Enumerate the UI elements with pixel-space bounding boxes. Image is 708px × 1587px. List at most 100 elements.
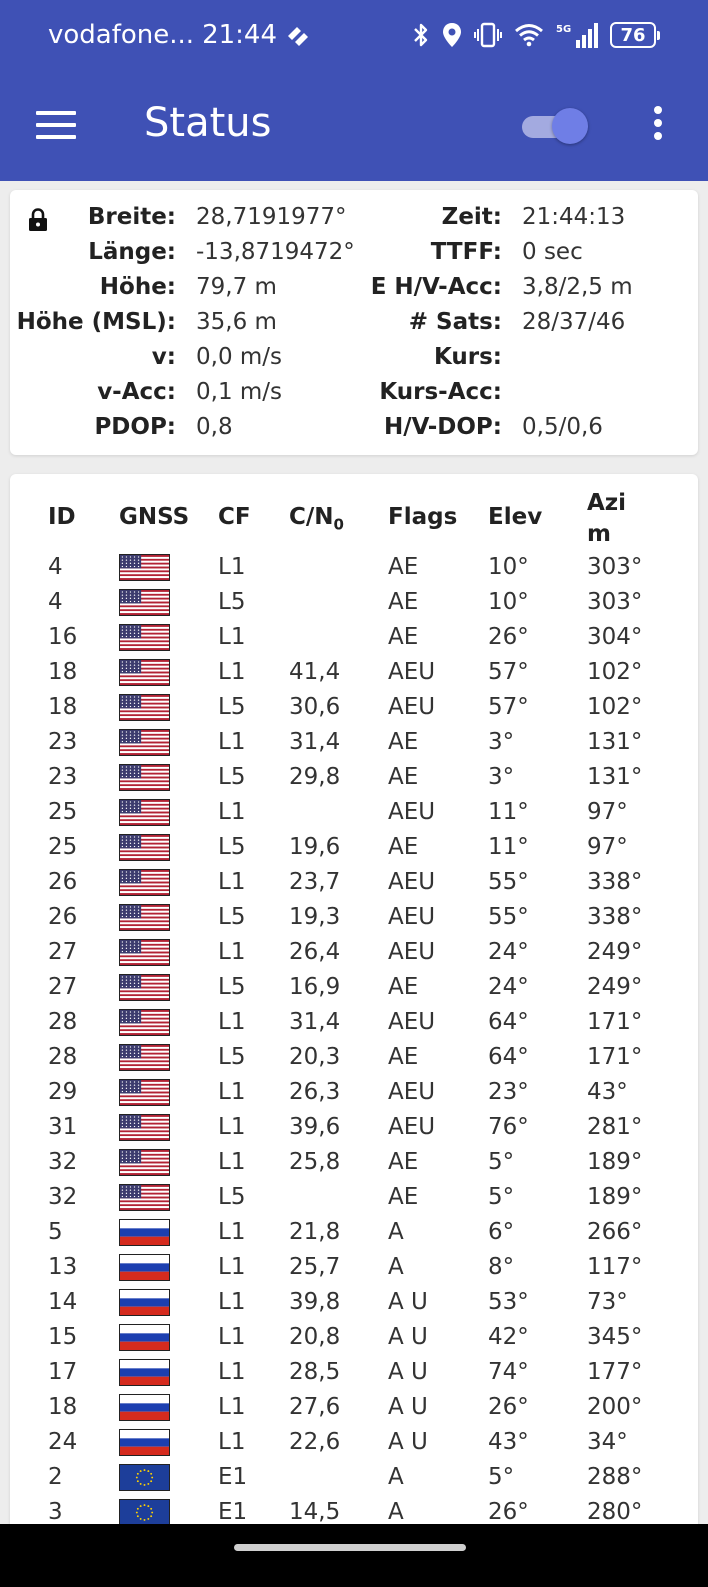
russia-flag-icon [119, 1324, 170, 1351]
cell-elev: 57° [488, 694, 529, 720]
cell-elev: 10° [488, 554, 529, 580]
cell-azim: 131° [587, 764, 643, 790]
usa-flag-icon [119, 974, 170, 1001]
cell-id: 18 [48, 659, 78, 685]
usa-flag-icon [119, 869, 170, 896]
table-row: 23 L1 31,4 AE 3° 131° [10, 725, 698, 760]
table-row: 31 L1 39,6 AEU 76° 281° [10, 1110, 698, 1145]
info-value-right: 3,8/2,5 m [522, 274, 633, 300]
cell-id: 26 [48, 904, 78, 930]
cell-elev: 8° [488, 1254, 515, 1280]
column-header-azim: Azi m [587, 490, 627, 547]
cell-cn0: 30,6 [289, 694, 341, 720]
table-row: 16 L1 AE 26° 304° [10, 620, 698, 655]
cell-flags: AEU [388, 799, 436, 825]
cell-cf: L1 [218, 1254, 246, 1280]
cell-cf: L1 [218, 729, 246, 755]
info-label-right: # Sats: [408, 309, 502, 335]
cell-cn0: 31,4 [289, 1009, 341, 1035]
table-row: 17 L1 28,5 A U 74° 177° [10, 1355, 698, 1390]
info-label-right: H/V-DOP: [383, 414, 502, 440]
gps-toggle-switch[interactable] [522, 108, 588, 144]
cell-elev: 24° [488, 939, 529, 965]
cell-id: 2 [48, 1464, 63, 1490]
cell-azim: 102° [587, 694, 643, 720]
table-row: 5 L1 21,8 A 6° 266° [10, 1215, 698, 1250]
cell-azim: 345° [587, 1324, 643, 1350]
table-row: 24 L1 22,6 A U 43° 34° [10, 1425, 698, 1460]
cell-azim: 117° [587, 1254, 643, 1280]
table-row: 27 L1 26,4 AEU 24° 249° [10, 935, 698, 970]
cell-cf: L1 [218, 1149, 246, 1175]
cell-azim: 288° [587, 1464, 643, 1490]
cell-elev: 23° [488, 1079, 529, 1105]
navigation-bar [0, 1524, 708, 1587]
cell-id: 23 [48, 764, 78, 790]
column-header-id: ID [48, 504, 76, 530]
cell-azim: 43° [587, 1079, 628, 1105]
cell-id: 25 [48, 799, 78, 825]
table-row: 4 L1 AE 10° 303° [10, 550, 698, 585]
cell-cf: L1 [218, 1429, 246, 1455]
cell-azim: 189° [587, 1184, 643, 1210]
cell-id: 28 [48, 1044, 78, 1070]
table-row: 15 L1 20,8 A U 42° 345° [10, 1320, 698, 1355]
usa-flag-icon [119, 1044, 170, 1071]
cell-elev: 6° [488, 1219, 515, 1245]
cell-cf: L5 [218, 694, 246, 720]
cell-elev: 11° [488, 799, 529, 825]
cell-flags: AEU [388, 1009, 436, 1035]
cell-flags: AE [388, 1184, 419, 1210]
cell-id: 26 [48, 869, 78, 895]
table-row: 18 L1 27,6 A U 26° 200° [10, 1390, 698, 1425]
info-label-left: PDOP: [94, 414, 176, 440]
cell-id: 18 [48, 694, 78, 720]
cell-flags: A U [388, 1289, 428, 1315]
table-row: 27 L5 16,9 AE 24° 249° [10, 970, 698, 1005]
info-label-left: Höhe (MSL): [16, 309, 176, 335]
cell-azim: 281° [587, 1114, 643, 1140]
gesture-handle[interactable] [234, 1544, 466, 1551]
cell-cn0: 27,6 [289, 1394, 341, 1420]
cell-elev: 55° [488, 869, 529, 895]
usa-flag-icon [119, 799, 170, 826]
usa-flag-icon [119, 1079, 170, 1106]
cell-cf: L5 [218, 904, 246, 930]
table-row: 18 L5 30,6 AEU 57° 102° [10, 690, 698, 725]
column-header-cf: CF [218, 504, 251, 530]
status-bar-right: 5G 76 [412, 21, 660, 49]
cell-id: 29 [48, 1079, 78, 1105]
cell-elev: 11° [488, 834, 529, 860]
cell-id: 13 [48, 1254, 78, 1280]
cell-azim: 200° [587, 1394, 643, 1420]
cell-elev: 10° [488, 589, 529, 615]
info-value-right: 21:44:13 [522, 204, 626, 230]
cell-elev: 5° [488, 1184, 515, 1210]
cell-azim: 34° [587, 1429, 628, 1455]
cell-elev: 42° [488, 1324, 529, 1350]
cell-elev: 64° [488, 1044, 529, 1070]
table-row: 13 L1 25,7 A 8° 117° [10, 1250, 698, 1285]
clock: 21:44 [202, 20, 277, 50]
cell-id: 14 [48, 1289, 78, 1315]
cell-azim: 171° [587, 1009, 643, 1035]
russia-flag-icon [119, 1289, 170, 1316]
more-options-icon[interactable] [652, 106, 664, 146]
russia-flag-icon [119, 1254, 170, 1281]
cell-cn0: 19,3 [289, 904, 341, 930]
position-info-card: Breite: 28,7191977° Länge: -13,8719472° Höhe… [10, 190, 698, 455]
info-label-left: v: [151, 344, 176, 370]
cell-id: 28 [48, 1009, 78, 1035]
cell-id: 32 [48, 1184, 78, 1210]
info-label-left: v-Acc: [97, 379, 176, 405]
cell-flags: AE [388, 589, 419, 615]
info-label-right: Kurs: [433, 344, 502, 370]
cell-flags: AEU [388, 694, 436, 720]
cell-elev: 26° [488, 1394, 529, 1420]
cell-id: 27 [48, 974, 78, 1000]
column-header-flags: Flags [388, 504, 458, 530]
cell-azim: 266° [587, 1219, 643, 1245]
hamburger-menu-icon[interactable] [36, 111, 76, 139]
cell-azim: 338° [587, 869, 643, 895]
cell-flags: AEU [388, 1079, 436, 1105]
